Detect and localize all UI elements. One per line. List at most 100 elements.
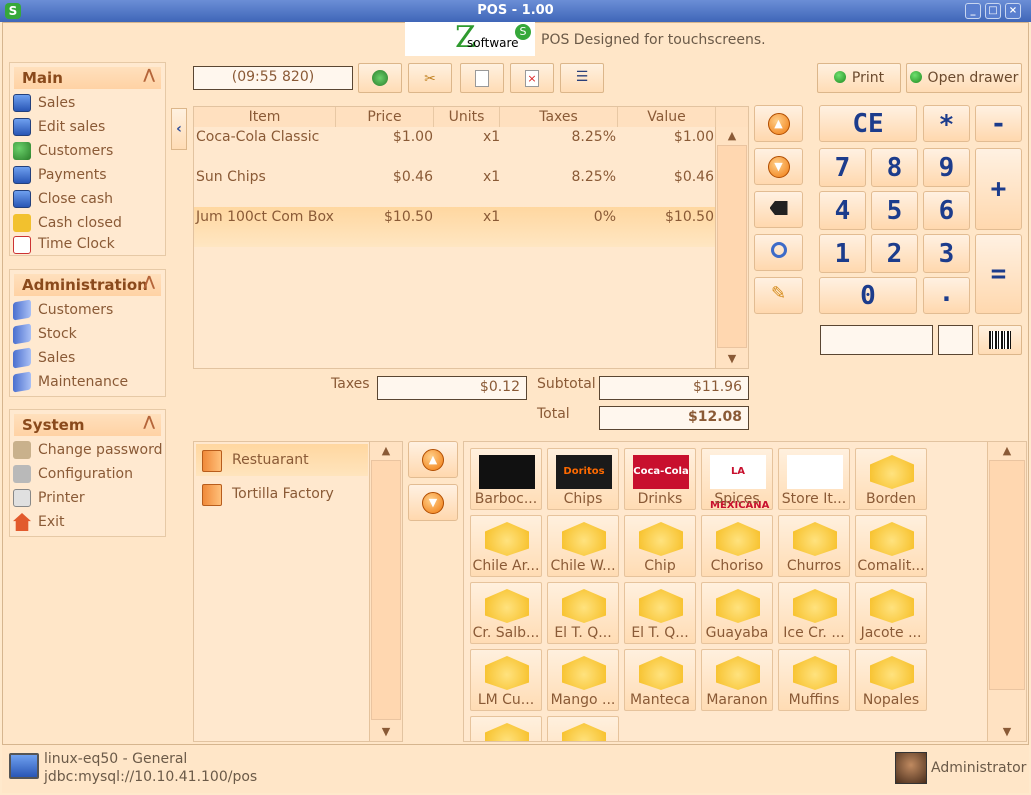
product-tile[interactable]: Store It...: [778, 448, 850, 510]
column-header-price[interactable]: Price: [336, 107, 434, 127]
digit-8-button[interactable]: 8: [871, 148, 918, 187]
product-tile[interactable]: Barboc...: [470, 448, 542, 510]
digit-0-button[interactable]: 0: [819, 277, 917, 314]
product-tile[interactable]: Choriso: [701, 515, 773, 577]
product-tile[interactable]: Doritos Chips: [547, 448, 619, 510]
column-header-taxes[interactable]: Taxes: [500, 107, 618, 127]
table-row[interactable]: Coca-Cola Classic $1.00 x1 8.25% $1.00: [194, 127, 715, 167]
product-tile[interactable]: Chip: [624, 515, 696, 577]
product-tile[interactable]: Jacote ...: [855, 582, 927, 644]
sidebar-item-maintenance[interactable]: Maintenance: [10, 370, 165, 394]
delete-line-button[interactable]: [754, 191, 803, 228]
scroll-down-icon[interactable]: ▼: [716, 350, 748, 368]
line-up-button[interactable]: ▲: [754, 105, 803, 142]
close-icon[interactable]: ×: [1005, 3, 1021, 19]
product-tile[interactable]: LA MEXICANA Spices: [701, 448, 773, 511]
sidebar-item-stock[interactable]: Stock: [10, 322, 165, 346]
sidebar-item-sales[interactable]: Sales: [10, 91, 165, 115]
sidebar-item-admin-sales[interactable]: Sales: [10, 346, 165, 370]
column-header-item[interactable]: Item: [194, 107, 336, 127]
plus-button[interactable]: +: [975, 148, 1022, 230]
category-up-button[interactable]: ▲: [408, 441, 458, 478]
digit-5-button[interactable]: 5: [871, 191, 918, 230]
product-tile[interactable]: Cr. Salb...: [470, 582, 542, 644]
table-row-selected[interactable]: Jum 100ct Com Box $10.50 x1 0% $10.50: [194, 207, 715, 247]
sidebar-item-payments[interactable]: Payments: [10, 163, 165, 187]
sidebar-item-close-cash[interactable]: Close cash: [10, 187, 165, 211]
print-button[interactable]: Print: [817, 63, 901, 93]
scroll-thumb[interactable]: [371, 460, 401, 720]
ticket-scrollbar[interactable]: ▲ ▼: [715, 127, 748, 368]
collapse-icon[interactable]: ⋀: [143, 274, 155, 290]
product-tile[interactable]: Maranon: [701, 649, 773, 711]
sidebar-item-printer[interactable]: Printer: [10, 486, 165, 510]
user-label[interactable]: Administrator: [931, 760, 1026, 776]
scroll-up-icon[interactable]: ▲: [370, 442, 402, 460]
digit-2-button[interactable]: 2: [871, 234, 918, 273]
product-tile[interactable]: Comalit...: [855, 515, 927, 577]
category-down-button[interactable]: ▼: [408, 484, 458, 521]
entry-input[interactable]: [820, 325, 933, 355]
collapse-sidebar-icon[interactable]: ‹: [171, 108, 187, 150]
product-tile[interactable]: Churros: [778, 515, 850, 577]
sidebar-item-exit[interactable]: Exit: [10, 510, 165, 534]
product-tile[interactable]: Borden: [855, 448, 927, 510]
sidebar-item-edit-sales[interactable]: Edit sales: [10, 115, 165, 139]
product-tile[interactable]: LM Cu...: [470, 649, 542, 711]
scroll-down-icon[interactable]: ▼: [988, 723, 1026, 741]
barcode-button[interactable]: [978, 325, 1022, 355]
digit-6-button[interactable]: 6: [923, 191, 970, 230]
product-tile[interactable]: Muffins: [778, 649, 850, 711]
maximize-icon[interactable]: □: [985, 3, 1001, 19]
sidebar-item-configuration[interactable]: Configuration: [10, 462, 165, 486]
delete-ticket-button[interactable]: ×: [510, 63, 554, 93]
sidebar-item-change-password[interactable]: Change password: [10, 438, 165, 462]
sidebar-item-cash-closed[interactable]: Cash closed: [10, 211, 165, 235]
equals-button[interactable]: =: [975, 234, 1022, 314]
line-down-button[interactable]: ▼: [754, 148, 803, 185]
multiply-button[interactable]: *: [923, 105, 970, 142]
category-tortilla-factory[interactable]: Tortilla Factory: [196, 478, 368, 510]
product-tile[interactable]: Ice Cr. ...: [778, 582, 850, 644]
scroll-thumb[interactable]: [717, 145, 747, 348]
search-button[interactable]: [754, 234, 803, 271]
product-tile[interactable]: Chile W...: [547, 515, 619, 577]
sidebar-item-customers[interactable]: Customers: [10, 139, 165, 163]
product-tile[interactable]: Guayaba: [701, 582, 773, 644]
table-row[interactable]: Sun Chips $0.46 x1 8.25% $0.46: [194, 167, 715, 207]
product-tile[interactable]: Manteca: [624, 649, 696, 711]
clear-entry-button[interactable]: CE: [819, 105, 917, 142]
administration-header[interactable]: Administration ⋀: [14, 274, 161, 296]
collapse-icon[interactable]: ⋀: [143, 414, 155, 430]
product-tile[interactable]: Coca-Cola Drinks: [624, 448, 696, 510]
edit-line-button[interactable]: ✎: [754, 277, 803, 314]
product-tile[interactable]: [547, 716, 619, 741]
product-tile[interactable]: El T. Q...: [624, 582, 696, 644]
new-ticket-button[interactable]: [460, 63, 504, 93]
sidebar-item-admin-customers[interactable]: Customers: [10, 298, 165, 322]
product-tile[interactable]: Mango ...: [547, 649, 619, 711]
product-scrollbar[interactable]: ▲ ▼: [987, 442, 1026, 741]
main-menu-header[interactable]: Main ⋀: [14, 67, 161, 89]
digit-3-button[interactable]: 3: [923, 234, 970, 273]
split-button[interactable]: ✂: [408, 63, 452, 93]
column-header-units[interactable]: Units: [434, 107, 500, 127]
sidebar-item-time-clock[interactable]: Time Clock: [10, 235, 165, 255]
scroll-down-icon[interactable]: ▼: [370, 723, 402, 741]
digit-9-button[interactable]: 9: [923, 148, 970, 187]
customer-button[interactable]: [358, 63, 402, 93]
product-tile[interactable]: Nopales: [855, 649, 927, 711]
column-header-value[interactable]: Value: [618, 107, 716, 127]
category-restaurant[interactable]: Restuarant: [196, 444, 368, 476]
digit-7-button[interactable]: 7: [819, 148, 866, 187]
quantity-input[interactable]: [938, 325, 973, 355]
open-drawer-button[interactable]: Open drawer: [906, 63, 1022, 93]
scroll-up-icon[interactable]: ▲: [716, 127, 748, 145]
digit-4-button[interactable]: 4: [819, 191, 866, 230]
scroll-thumb[interactable]: [989, 460, 1025, 690]
product-tile[interactable]: [470, 716, 542, 741]
product-tile[interactable]: Chile Ar...: [470, 515, 542, 577]
minus-button[interactable]: -: [975, 105, 1022, 142]
scroll-up-icon[interactable]: ▲: [988, 442, 1026, 460]
system-header[interactable]: System ⋀: [14, 414, 161, 436]
